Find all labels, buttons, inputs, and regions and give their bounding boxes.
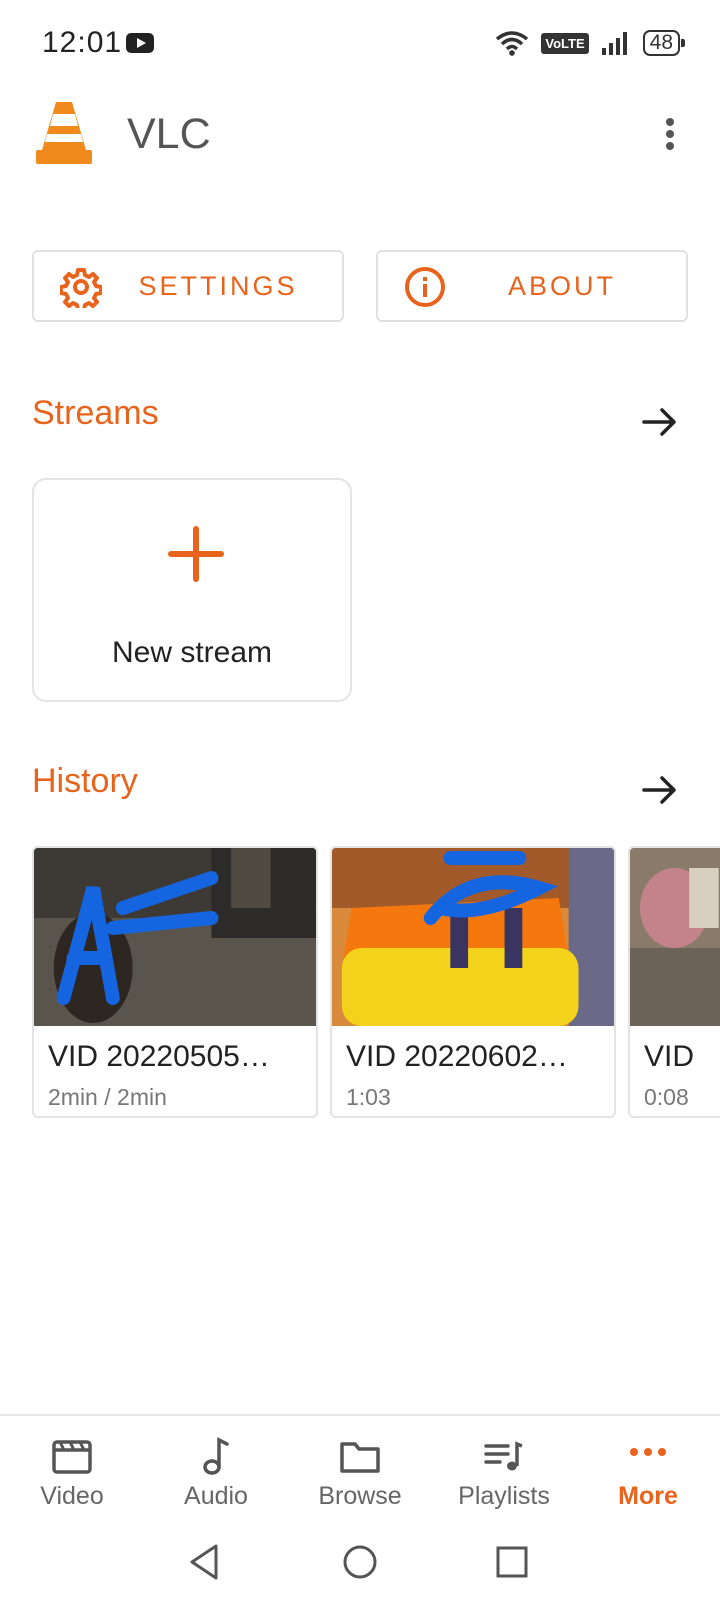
history-section-title: History xyxy=(32,762,138,800)
nav-browse[interactable]: Browse xyxy=(288,1416,432,1526)
history-item[interactable]: VID 20220505… 2min / 2min xyxy=(32,846,318,1118)
recents-icon[interactable] xyxy=(492,1542,532,1582)
home-icon[interactable] xyxy=(340,1542,380,1582)
playlist-icon xyxy=(484,1441,523,1471)
music-note-icon xyxy=(203,1437,229,1475)
settings-button[interactable]: SETTINGS xyxy=(32,250,344,322)
status-time: 12:01 xyxy=(42,26,123,59)
vlc-logo-icon xyxy=(36,102,92,164)
system-navigation-bar xyxy=(0,1524,720,1604)
nav-more[interactable]: More xyxy=(576,1416,720,1526)
video-thumbnail xyxy=(630,848,720,1026)
bottom-navigation: Video Audio Browse Playlists More xyxy=(0,1414,720,1524)
history-item-duration: 2min / 2min xyxy=(48,1084,167,1110)
new-stream-card[interactable]: New stream xyxy=(32,478,352,702)
plus-icon xyxy=(168,526,224,582)
app-bar: VLC xyxy=(0,90,720,180)
more-dots-icon xyxy=(630,1448,666,1456)
history-item-duration: 1:03 xyxy=(346,1084,391,1110)
nav-video[interactable]: Video xyxy=(0,1416,144,1526)
history-item[interactable]: VID 0:08 xyxy=(628,846,720,1118)
clapperboard-icon xyxy=(52,1440,92,1474)
new-stream-label: New stream xyxy=(111,636,273,669)
nav-playlists-label: Playlists xyxy=(458,1482,550,1510)
nav-playlists[interactable]: Playlists xyxy=(432,1416,576,1526)
wifi-icon xyxy=(496,31,529,56)
history-item[interactable]: VID 20220602… 1:03 xyxy=(330,846,616,1118)
volte-badge: VoLTE xyxy=(541,32,589,54)
youtube-notification-icon xyxy=(126,33,154,53)
nav-audio[interactable]: Audio xyxy=(144,1416,288,1526)
battery-indicator: 48 xyxy=(642,30,686,56)
video-thumbnail xyxy=(34,848,316,1026)
history-item-title: VID xyxy=(644,1040,695,1073)
streams-section-title: Streams xyxy=(32,394,159,432)
nav-video-label: Video xyxy=(40,1482,104,1510)
streams-arrow-icon[interactable] xyxy=(640,402,680,442)
folder-icon xyxy=(340,1442,380,1473)
nav-more-label: More xyxy=(618,1482,678,1510)
history-item-title: VID 20220505… xyxy=(48,1040,270,1073)
video-thumbnail xyxy=(332,848,614,1026)
about-button-label: ABOUT xyxy=(507,270,616,301)
history-item-duration: 0:08 xyxy=(644,1084,689,1110)
overflow-menu-icon[interactable] xyxy=(660,114,680,154)
app-title: VLC xyxy=(127,110,211,158)
status-bar: 12:01 VoLTE 48 xyxy=(0,0,720,88)
back-icon[interactable] xyxy=(186,1542,226,1582)
nav-browse-label: Browse xyxy=(318,1482,402,1510)
about-button[interactable]: ABOUT xyxy=(376,250,688,322)
history-arrow-icon[interactable] xyxy=(640,770,680,810)
nav-audio-label: Audio xyxy=(184,1482,248,1510)
history-list[interactable]: VID 20220505… 2min / 2min VID 20220602… … xyxy=(32,846,720,1120)
status-indicators: VoLTE 48 xyxy=(495,26,686,60)
settings-button-label: SETTINGS xyxy=(138,270,298,301)
history-item-title: VID 20220602… xyxy=(346,1040,568,1073)
signal-icon xyxy=(601,32,627,55)
